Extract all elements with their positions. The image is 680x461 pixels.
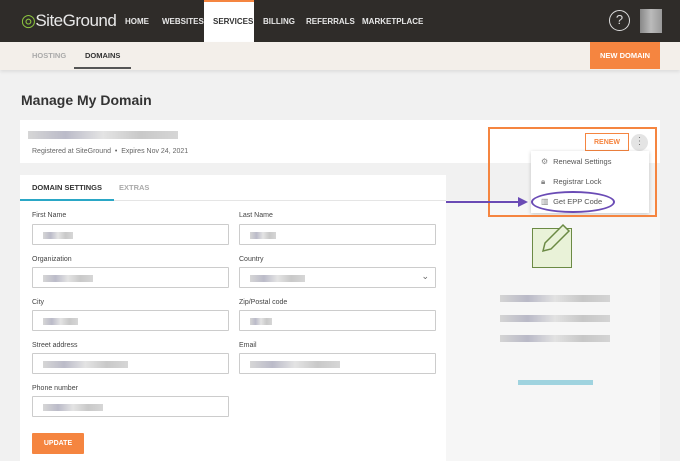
- blurred-text: [500, 295, 610, 302]
- organization-input[interactable]: [32, 267, 229, 288]
- help-icon[interactable]: ?: [609, 10, 630, 31]
- registrar-text: Registered at SiteGround: [32, 148, 111, 155]
- new-domain-button[interactable]: NEW DOMAIN: [590, 42, 660, 69]
- avatar[interactable]: [640, 9, 662, 33]
- first-name-label: First Name: [32, 212, 67, 219]
- nav-home[interactable]: HOME: [116, 0, 158, 42]
- phone-label: Phone number: [32, 385, 78, 392]
- email-label: Email: [239, 342, 257, 349]
- domain-meta: Registered at SiteGround • Expires Nov 2…: [32, 148, 188, 155]
- subnav-domains[interactable]: DOMAINS: [74, 42, 132, 69]
- expiry-text: Expires Nov 24, 2021: [121, 148, 189, 155]
- tab-extras[interactable]: EXTRAS: [119, 175, 149, 201]
- siteground-logo[interactable]: ◎SiteGround: [21, 11, 117, 31]
- last-name-input[interactable]: [239, 224, 436, 245]
- arrow-annotation: [446, 197, 528, 207]
- separator: •: [114, 148, 118, 155]
- zip-input[interactable]: [239, 310, 436, 331]
- last-name-label: Last Name: [239, 212, 273, 219]
- update-button[interactable]: UPDATE: [32, 433, 84, 454]
- subnav-hosting[interactable]: HOSTING: [32, 42, 66, 69]
- street-label: Street address: [32, 342, 78, 349]
- logo-text: SiteGround: [35, 11, 117, 30]
- country-label: Country: [239, 256, 264, 263]
- phone-input[interactable]: [32, 396, 229, 417]
- email-input[interactable]: [239, 353, 436, 374]
- blurred-link[interactable]: [518, 380, 593, 385]
- city-input[interactable]: [32, 310, 229, 331]
- page-title: Manage My Domain: [21, 92, 152, 108]
- blurred-text: [500, 315, 610, 322]
- domain-name-blurred: [28, 131, 178, 139]
- organization-label: Organization: [32, 256, 72, 263]
- blurred-text: [500, 335, 610, 342]
- city-label: City: [32, 299, 45, 306]
- first-name-input[interactable]: [32, 224, 229, 245]
- country-select[interactable]: ⌄: [239, 267, 436, 288]
- edit-note-icon: [532, 223, 572, 268]
- tab-domain-settings[interactable]: DOMAIN SETTINGS: [20, 175, 115, 201]
- zip-label: Zip/Postal code: [239, 299, 288, 306]
- nav-marketplace[interactable]: MARKETPLACE: [353, 0, 432, 42]
- nav-services[interactable]: SERVICES: [204, 0, 254, 42]
- highlight-ellipse: [531, 191, 615, 213]
- street-input[interactable]: [32, 353, 229, 374]
- chevron-down-icon: ⌄: [421, 271, 429, 281]
